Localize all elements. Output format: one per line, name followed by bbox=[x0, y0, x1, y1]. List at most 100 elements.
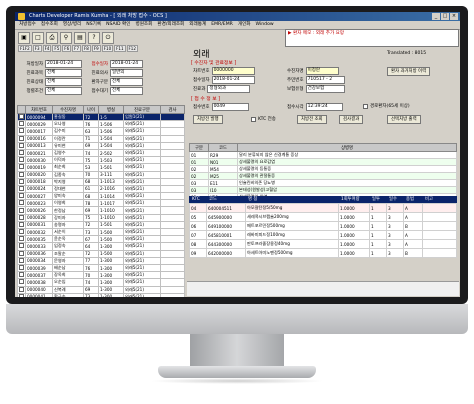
fkey-f12[interactable]: F12 bbox=[126, 45, 138, 52]
status-select[interactable]: 전체 bbox=[45, 78, 82, 86]
menu-item-6[interactable]: 환경/외래조회 bbox=[157, 21, 184, 29]
row-checkbox[interactable] bbox=[17, 285, 26, 294]
rx-col-name[interactable]: 명 칭 bbox=[245, 196, 338, 203]
prescription-row[interactable]: 06 649100000 메트포르민정500mg 1.0000 1 3 B bbox=[189, 221, 457, 231]
patient-row[interactable]: 0000033 임정숙 64 1-300 외래5(21) bbox=[17, 242, 185, 251]
patient-row[interactable]: 0000027 양미숙 68 1-1014 외래5(21) bbox=[17, 192, 185, 201]
row-checkbox[interactable] bbox=[17, 256, 26, 265]
patient-row[interactable]: 0000032 서순이 73 1-500 외래5(21) bbox=[17, 227, 185, 237]
filter-select[interactable]: 전체 bbox=[45, 87, 82, 95]
row-checkbox[interactable] bbox=[17, 120, 26, 129]
row-checkbox[interactable] bbox=[17, 206, 26, 215]
patient-row[interactable]: 0000039 배순남 76 1-300 외래5(21) bbox=[17, 263, 185, 273]
reg-no-input[interactable]: 0049 bbox=[211, 103, 249, 111]
order-button[interactable]: 처방전 발행 bbox=[193, 115, 223, 124]
patient-row[interactable]: 0000034 문영자 77 1-300 외래5(21) bbox=[17, 256, 185, 265]
prescription-row[interactable]: 09 642000000 아세트아미노펜정500mg 1.0000 1 3 B bbox=[189, 248, 457, 258]
dept-select[interactable]: 전체 bbox=[45, 69, 82, 77]
rx-col-code[interactable]: 코드 bbox=[206, 196, 245, 203]
menu-item-7[interactable]: 외래통계 bbox=[189, 21, 206, 29]
rx-col-ktc[interactable]: KTC bbox=[189, 196, 206, 203]
fkey-f7[interactable]: F7 bbox=[72, 45, 81, 52]
row-checkbox[interactable] bbox=[17, 192, 26, 201]
col-age[interactable]: 나이 bbox=[83, 105, 99, 114]
fkey-f3[interactable]: F3 bbox=[32, 45, 42, 52]
print-icon[interactable]: ⎙ bbox=[46, 31, 58, 44]
fkey-f9[interactable]: F9 bbox=[91, 45, 101, 52]
col-name[interactable]: 수진자명 bbox=[52, 105, 84, 114]
prescription-row[interactable]: 08 644300000 판토프라졸장용정40mg 1.0000 1 3 A bbox=[189, 239, 457, 249]
row-checkbox[interactable] bbox=[17, 134, 26, 143]
patient-row[interactable]: 0000020 김종숙 70 3-111 외래5(21) bbox=[17, 170, 185, 179]
patient-row[interactable]: 0000035 윤순옥 67 1-500 외래5(21) bbox=[17, 235, 185, 244]
patient-name-input[interactable]: 이정란 bbox=[305, 67, 339, 75]
menu-item-8[interactable]: EMR/EMR bbox=[211, 21, 233, 29]
diagnosis-row[interactable]: 03 I10 본태성(원발성)고혈압 bbox=[189, 186, 457, 194]
row-checkbox[interactable] bbox=[17, 235, 26, 244]
chart-no-input[interactable]: 0000000 bbox=[211, 67, 255, 75]
prescription-row[interactable]: 04 640004511 아모잘탄정5/50mg 1.0000 1 3 A bbox=[189, 203, 457, 213]
patient-row[interactable]: 0000026 한정남 69 1-1010 외래5(21) bbox=[17, 206, 185, 215]
minimize-button[interactable]: _ bbox=[432, 13, 440, 20]
row-checkbox[interactable] bbox=[17, 177, 26, 186]
row-checkbox[interactable] bbox=[17, 148, 26, 158]
rx-col-usage[interactable]: 용법 bbox=[403, 196, 422, 203]
diagnosis-row[interactable]: 01 N01 상세불명의 요로감염 bbox=[189, 158, 457, 166]
row-checkbox[interactable] bbox=[17, 127, 26, 136]
menu-item-4[interactable]: NSAID 확인 bbox=[106, 21, 130, 29]
row-checkbox[interactable] bbox=[17, 163, 26, 172]
fkey-f5[interactable]: F5 bbox=[52, 45, 62, 52]
menu-item-1[interactable]: 접수조회 bbox=[41, 21, 58, 29]
menu-item-5[interactable]: 병원조회 bbox=[135, 21, 152, 29]
row-checkbox[interactable] bbox=[17, 199, 26, 208]
menu-item-10[interactable]: Window bbox=[256, 21, 274, 29]
patient-row[interactable]: 0000038 오순임 74 1-300 외래5(21) bbox=[17, 278, 185, 287]
row-checkbox[interactable] bbox=[17, 141, 26, 150]
id-input[interactable]: 710517 - 2 bbox=[305, 76, 345, 84]
fkey-f11[interactable]: F11 bbox=[114, 45, 126, 52]
patient-row[interactable]: 0000016 이정란 71 1-504 외래5(21) bbox=[17, 134, 185, 143]
new-icon[interactable]: □ bbox=[32, 31, 44, 44]
patient-row[interactable]: 0000040 신복례 69 1-300 외래5(21) bbox=[17, 285, 185, 294]
count-select[interactable]: 전체 bbox=[110, 87, 143, 95]
date-input[interactable]: 2018-01-24 bbox=[45, 60, 82, 68]
fkey-f1f2[interactable]: F1F2 bbox=[18, 45, 32, 52]
fkey-f6[interactable]: F6 bbox=[62, 45, 72, 52]
patient-row[interactable]: 0000036 조말순 72 1-500 외래5(21) bbox=[17, 249, 185, 258]
row-checkbox[interactable] bbox=[17, 292, 26, 297]
patient-row[interactable]: 0000030 이덕자 75 1-503 외래5(21) bbox=[17, 156, 185, 165]
row-checkbox[interactable] bbox=[17, 242, 26, 251]
close-button[interactable]: × bbox=[450, 13, 458, 20]
row-checkbox[interactable] bbox=[17, 263, 26, 273]
menu-item-3[interactable]: NS기록 bbox=[86, 21, 101, 29]
patient-row[interactable]: 0000024 정대현 61 2-1016 외래5(21) bbox=[17, 184, 185, 194]
rx-col-days[interactable]: 일수 bbox=[386, 196, 403, 203]
menu-item-9[interactable]: 개인화 bbox=[238, 21, 251, 29]
diagnosis-row[interactable]: 02 M54 상세불명의 등통증 bbox=[189, 165, 457, 173]
dx-col-type[interactable]: 구분 bbox=[189, 143, 209, 152]
rx-col-dose[interactable]: 1회투여량 bbox=[338, 196, 369, 203]
menu-item-2[interactable]: 영상/병리 bbox=[63, 21, 81, 29]
type-select[interactable]: 전체 bbox=[110, 78, 143, 86]
row-checkbox[interactable] bbox=[17, 184, 26, 194]
patient-row[interactable]: 0000017 김수미 63 1-506 외래5(21) bbox=[17, 127, 185, 136]
patient-row[interactable]: 0000021 김영수 74 2-502 외래5(21) bbox=[17, 148, 185, 158]
col-room[interactable]: 병실 bbox=[98, 105, 124, 114]
dx-col-code[interactable]: 코드 bbox=[208, 143, 238, 152]
prescription-row[interactable]: 07 645810001 레바미피드정100mg 1.0000 1 3 A bbox=[189, 230, 457, 240]
visit-date-input[interactable]: 2018-01-24 bbox=[211, 76, 255, 84]
rx-col-note[interactable]: 비고 bbox=[422, 196, 433, 203]
patient-row[interactable]: 0000023 이영희 78 1-1017 외래5(21) bbox=[17, 199, 185, 208]
col-chart-no[interactable]: 차트번호 bbox=[25, 105, 53, 114]
visit-input[interactable]: 2018-01-24 bbox=[110, 60, 143, 68]
row-checkbox[interactable] bbox=[17, 227, 26, 237]
fkey-f10[interactable]: F10 bbox=[101, 45, 114, 52]
exit-icon[interactable]: ⏻ bbox=[102, 31, 114, 44]
chart-icon[interactable]: ▤ bbox=[74, 31, 86, 44]
row-checkbox[interactable] bbox=[17, 278, 26, 287]
apply-button[interactable]: 처방전 조회 bbox=[297, 115, 327, 124]
row-checkbox[interactable] bbox=[17, 220, 26, 230]
patient-row[interactable]: 0000041 황금순 73 1-300 외래5(21) bbox=[17, 292, 185, 297]
find-icon[interactable]: ⚲ bbox=[60, 31, 72, 44]
doctor-select[interactable]: 일반의 bbox=[110, 69, 143, 77]
